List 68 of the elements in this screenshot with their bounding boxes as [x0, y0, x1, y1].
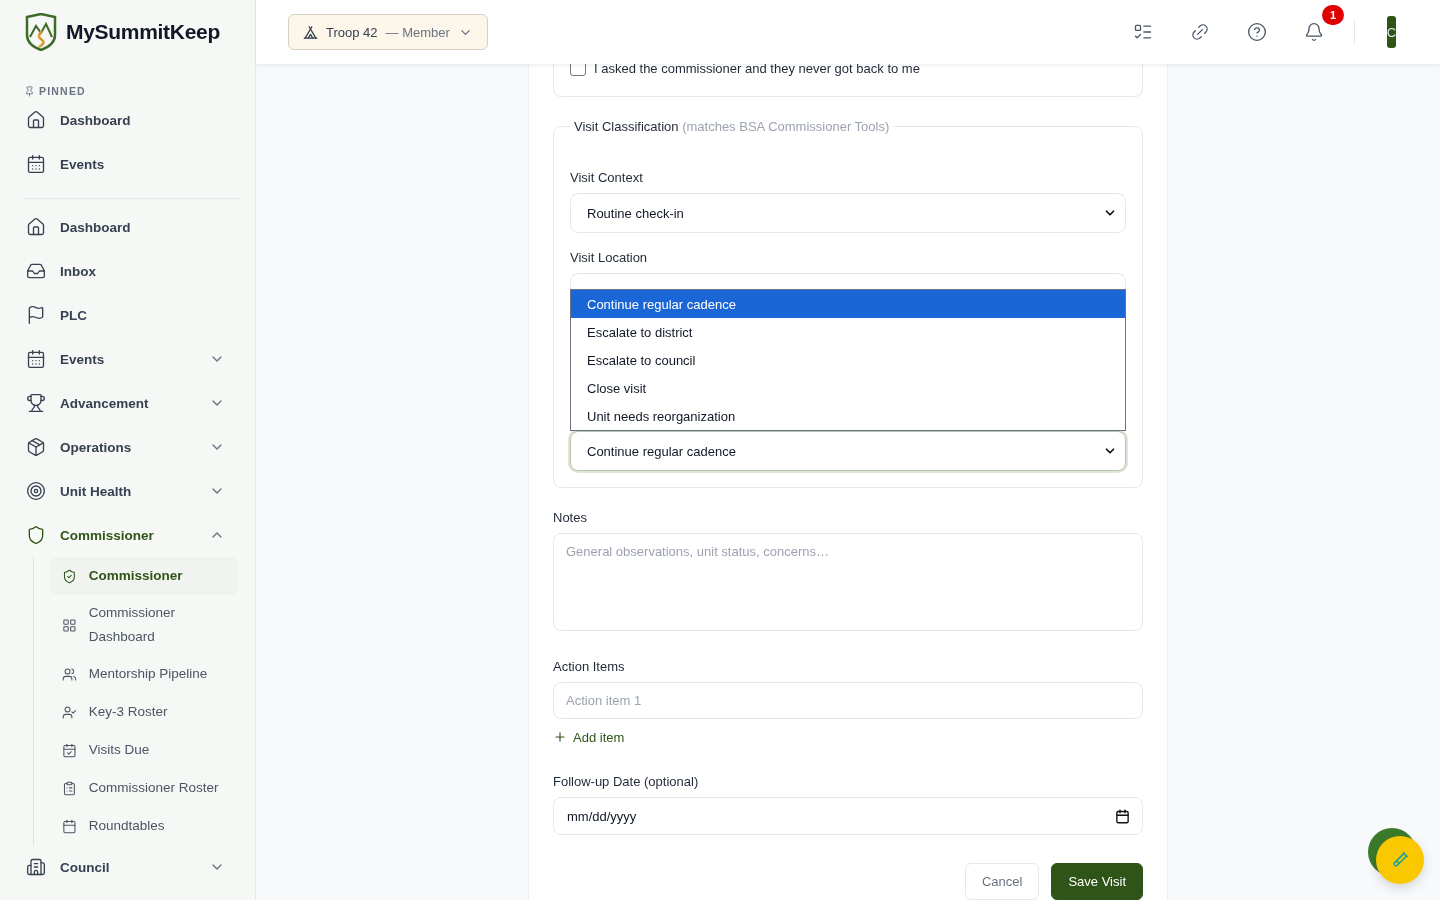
checkbox-label: I asked the commissioner and they never got back to me: [594, 64, 920, 76]
field-label: Follow-up Date (optional): [553, 774, 700, 791]
tent-icon: [303, 24, 318, 40]
notification-badge: 1: [1322, 5, 1344, 25]
nav-subitem[interactable]: Commissioner: [50, 557, 239, 595]
house-icon: [26, 217, 46, 237]
nav-item[interactable]: Commissioner: [24, 513, 239, 557]
unit-switcher[interactable]: Troop 42 — Member: [288, 14, 488, 50]
pin-icon: [24, 85, 35, 97]
nav-item[interactable]: Events: [24, 337, 239, 381]
nav-item[interactable]: Inbox: [24, 249, 239, 293]
add-item-link[interactable]: Add item: [553, 729, 625, 746]
legend-note: (matches BSA Commissioner Tools): [682, 119, 890, 134]
dropdown-option[interactable]: Continue regular cadence: [571, 290, 1125, 318]
grid-icon: [62, 617, 77, 633]
field-label: Visit Location: [570, 250, 649, 266]
unit-role: — Member: [385, 24, 450, 40]
section-label: PINNED: [39, 85, 86, 97]
brand-name: MySummitKeep: [66, 20, 220, 44]
nav-subitem[interactable]: Key-3 Roster: [50, 693, 239, 731]
nav-subitem[interactable]: Mentorship Pipeline: [50, 655, 239, 693]
unit-name: Troop 42: [326, 24, 378, 40]
calendar-icon: [62, 818, 77, 834]
nav-item[interactable]: Dashboard: [24, 98, 239, 142]
field-label: Notes: [553, 510, 588, 526]
shield-icon: [26, 525, 46, 545]
checkbox[interactable]: [570, 64, 586, 76]
box-icon: [26, 437, 46, 457]
group-legend: Visit Classification: [574, 119, 679, 134]
bell-icon: [1304, 22, 1324, 42]
field-label: Action Items: [553, 658, 626, 675]
plus-icon: [553, 730, 567, 745]
floating-button[interactable]: [1376, 836, 1424, 884]
calendar-icon: [26, 349, 46, 369]
target-icon: [26, 481, 46, 501]
flag-icon: [26, 305, 46, 325]
nav-item[interactable]: Operations: [24, 425, 239, 469]
nav-item[interactable]: Unit Health: [24, 469, 239, 513]
nav-subitem[interactable]: Commissioner Roster: [50, 769, 239, 807]
logo-icon: [24, 13, 58, 51]
nav-item[interactable]: Council: [24, 845, 239, 889]
field-label: Visit Context: [570, 170, 644, 186]
select-field[interactable]: Routine check-in: [570, 193, 1126, 233]
building-icon: [26, 857, 46, 877]
date-field[interactable]: mm/dd/yyyy: [553, 797, 1143, 835]
nav-item[interactable]: Events: [24, 142, 239, 186]
cancel-button[interactable]: Cancel: [964, 863, 1040, 900]
nav-subitem[interactable]: Visits Due: [50, 731, 239, 769]
nav-subitem[interactable]: Roundtables: [50, 807, 239, 845]
help-icon: [1247, 22, 1267, 42]
users-icon: [62, 666, 77, 682]
trophy-icon: [26, 393, 46, 413]
user-avatar[interactable]: C: [1387, 16, 1396, 48]
nav-subitem[interactable]: Commissioner Dashboard: [50, 595, 239, 655]
user-check-icon: [62, 704, 77, 720]
nav-item[interactable]: Dashboard: [24, 205, 239, 249]
inbox-icon: [26, 261, 46, 281]
nav-item[interactable]: PLC: [24, 293, 239, 337]
nav-item[interactable]: Advancement: [24, 381, 239, 425]
calendar-icon: [26, 154, 46, 174]
save-button[interactable]: Save Visit: [1051, 863, 1143, 900]
calendar-icon: [1115, 808, 1130, 824]
clipboard-icon: [62, 780, 77, 796]
select-field[interactable]: Continue regular cadence: [570, 431, 1126, 471]
calendar-check-icon: [62, 742, 77, 758]
checklist-icon: [1133, 22, 1153, 42]
house-icon: [26, 110, 46, 130]
shield-check-icon: [62, 568, 77, 584]
